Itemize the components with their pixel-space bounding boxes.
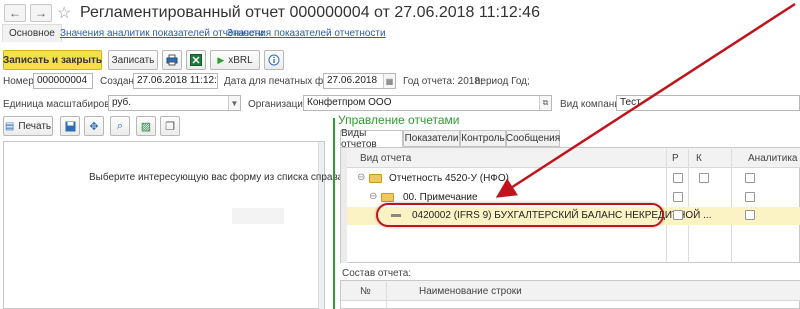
annotation-arrow [495, 2, 796, 198]
